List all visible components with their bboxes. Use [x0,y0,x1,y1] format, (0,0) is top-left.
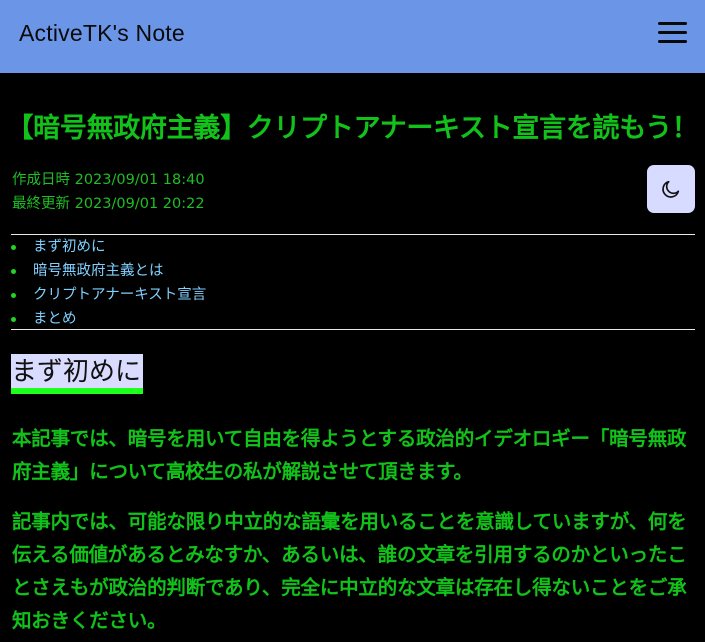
hamburger-line [658,22,687,25]
bullet-icon [11,269,16,274]
toc-item: 暗号無政府主義とは [11,259,695,283]
created-date: 作成日時 2023/09/01 18:40 [12,172,205,188]
bullet-icon [11,245,16,250]
section-heading: まず初めに [11,354,144,394]
toc-item: まとめ [11,307,695,331]
paragraph: 記事内では、可能な限り中立的な語彙を用いることを意識していますが、何を伝える価値… [12,510,687,632]
bullet-icon [11,317,16,322]
toc-link-summary[interactable]: まとめ [33,311,77,327]
toc-link-manifesto[interactable]: クリプトアナーキスト宣言 [33,287,206,303]
site-brand[interactable]: ActiveTK's Note [19,20,185,47]
theme-toggle-button[interactable] [647,165,695,213]
paragraph: 本記事では、暗号を用いて自由を得ようとする政治的イデオロギー「暗号無政府主義」に… [12,427,687,483]
hamburger-line [658,40,687,43]
hamburger-menu-icon[interactable] [658,20,687,46]
top-navbar: ActiveTK's Note [0,0,705,73]
article-title: 【暗号無政府主義】クリプトアナーキスト宣言を読もう！ [6,113,699,144]
article-meta: 作成日時 2023/09/01 18:40 最終更新 2023/09/01 20… [12,168,205,216]
table-of-contents: まず初めに 暗号無政府主義とは クリプトアナーキスト宣言 まとめ [11,234,695,330]
toc-item: クリプトアナーキスト宣言 [11,283,695,307]
updated-date: 最終更新 2023/09/01 20:22 [12,196,205,212]
toc-link-intro[interactable]: まず初めに [33,239,106,255]
moon-icon [662,180,680,198]
toc-link-crypto-anarchism[interactable]: 暗号無政府主義とは [33,263,164,279]
hamburger-line [658,31,687,34]
toc-item: まず初めに [11,235,695,259]
bullet-icon [11,293,16,298]
